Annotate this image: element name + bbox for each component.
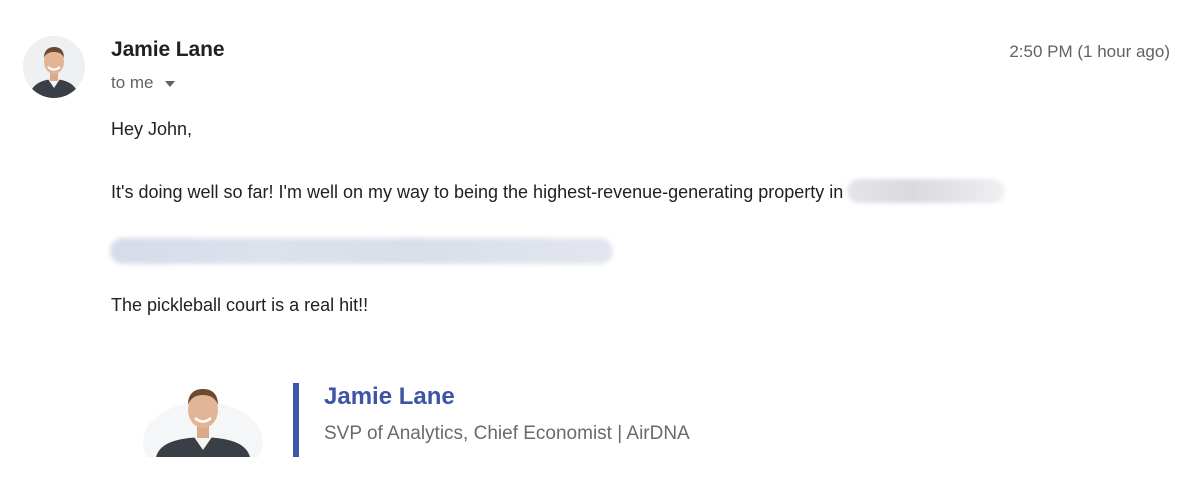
body-greeting: Hey John, (111, 119, 193, 139)
recipient-details-toggle[interactable]: to me (111, 73, 175, 93)
sender-avatar[interactable] (23, 36, 85, 98)
signature-photo (138, 372, 268, 457)
sender-name[interactable]: Jamie Lane (111, 38, 225, 62)
recipient-label: to me (111, 73, 154, 92)
body-status-text: It's doing well so far! I'm well on my w… (111, 182, 844, 202)
signature-accent-bar (293, 383, 299, 457)
person-headshot-icon (138, 372, 268, 457)
message-timestamp: 2:50 PM (1 hour ago) (1009, 42, 1170, 61)
redacted-paragraph (110, 238, 613, 264)
body-status-paragraph: It's doing well so far! I'm well on my w… (111, 179, 1006, 203)
body-pickleball-line: The pickleball court is a real hit!! (111, 295, 369, 315)
signature-title: SVP of Analytics, Chief Economist | AirD… (324, 423, 690, 444)
person-photo-icon (23, 36, 85, 98)
signature-name: Jamie Lane (324, 383, 455, 410)
caret-down-icon[interactable] (164, 81, 175, 87)
redacted-location (847, 179, 1006, 203)
email-message: Jamie Lane to me 2:50 PM (1 hour ago) He… (0, 0, 1200, 485)
